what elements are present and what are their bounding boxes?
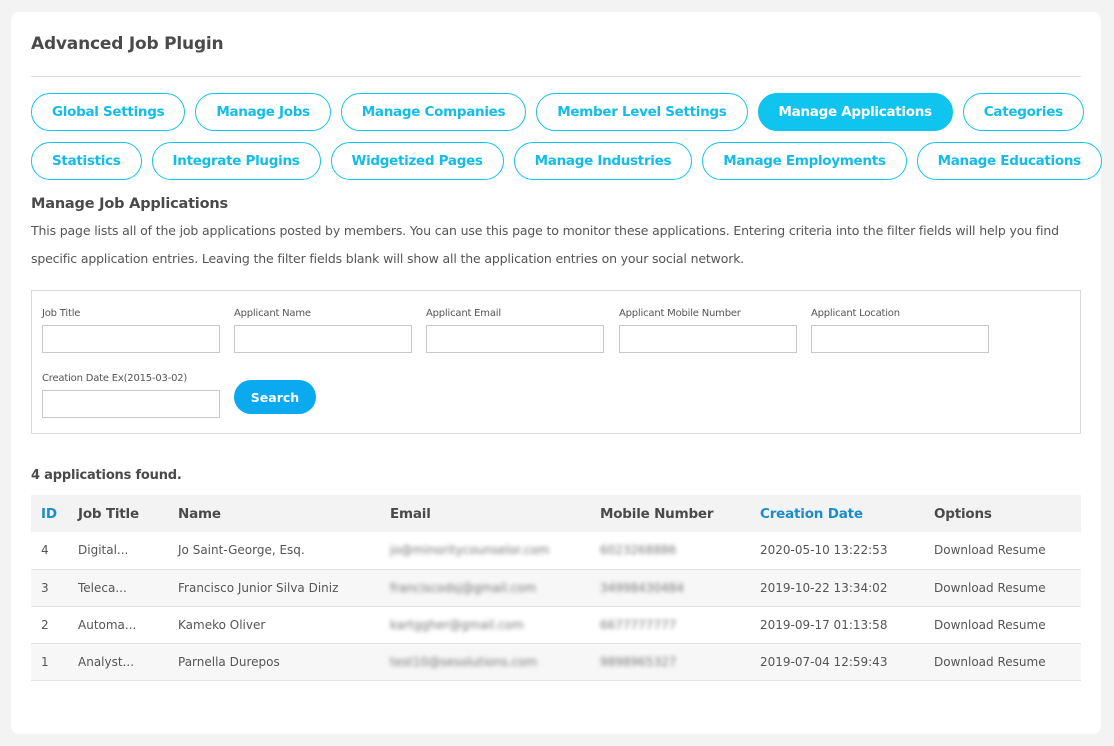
cell-creation-date: 2019-09-17 01:13:58 (750, 606, 924, 644)
cell-creation-date: 2019-10-22 13:34:02 (750, 569, 924, 607)
email-value: franciscodsj@gmail.com (390, 580, 537, 595)
download-resume-link[interactable]: Download Resume (924, 532, 1081, 570)
cell-mobile: 6677777777 (590, 606, 750, 644)
cell-id: 4 (31, 532, 68, 570)
nav-manage-employments[interactable]: Manage Employments (702, 142, 907, 180)
column-header-id[interactable]: ID (31, 495, 68, 532)
table-row: 1 Analyst... Parnella Durepos test10@ses… (31, 643, 1081, 681)
nav-widgetized-pages[interactable]: Widgetized Pages (330, 142, 504, 180)
section-title: Manage Job Applications (31, 196, 228, 212)
filter-applicant-mobile: Applicant Mobile Number (619, 307, 797, 353)
nav-manage-jobs[interactable]: Manage Jobs (195, 93, 331, 131)
table-row: 4 Digital... Jo Saint-George, Esq. jo@mi… (31, 532, 1081, 570)
cell-creation-date: 2019-07-04 12:59:43 (750, 643, 924, 681)
applicant-location-label: Applicant Location (811, 308, 900, 319)
job-title-label: Job Title (42, 308, 81, 319)
column-header-name: Name (178, 505, 221, 522)
applicant-location-input[interactable] (811, 325, 989, 353)
column-header-options: Options (934, 505, 992, 522)
applicant-email-input[interactable] (426, 325, 604, 353)
cell-name-link[interactable]: Kameko Oliver (168, 606, 380, 644)
cell-email: jo@minoritycounselor.com (380, 532, 590, 570)
mobile-value: 34998430484 (600, 580, 684, 595)
download-resume-link[interactable]: Download Resume (924, 643, 1081, 681)
cell-email: kartggher@gmail.com (380, 606, 590, 644)
filter-creation-date: Creation Date Ex(2015-03-02) (42, 372, 220, 418)
mobile-value: 9898965327 (600, 654, 677, 669)
cell-id: 2 (31, 606, 68, 644)
main-panel: Advanced Job Plugin Global Settings Mana… (11, 12, 1102, 734)
applicant-mobile-label: Applicant Mobile Number (619, 308, 741, 319)
cell-job-title-link[interactable]: Automa... (68, 606, 168, 644)
nav-manage-applications[interactable]: Manage Applications (757, 93, 953, 131)
column-header-job-title: Job Title (78, 505, 139, 522)
results-count: 4 applications found. (31, 468, 182, 483)
cell-mobile: 34998430484 (590, 569, 750, 607)
job-title-input[interactable] (42, 325, 220, 353)
nav-integrate-plugins[interactable]: Integrate Plugins (151, 142, 321, 180)
nav-member-level-settings[interactable]: Member Level Settings (536, 93, 748, 131)
nav-row-2: Statistics Integrate Plugins Widgetized … (31, 142, 1102, 180)
nav-statistics[interactable]: Statistics (31, 142, 142, 180)
email-value: test10@sesolutions.com (390, 654, 538, 669)
column-header-email: Email (390, 505, 431, 522)
nav-manage-companies[interactable]: Manage Companies (340, 93, 527, 131)
download-resume-link[interactable]: Download Resume (924, 569, 1081, 607)
cell-job-title-link[interactable]: Teleca... (68, 569, 168, 607)
mobile-value: 6677777777 (600, 617, 677, 632)
column-header-mobile: Mobile Number (600, 505, 714, 522)
mobile-value: 6023268886 (600, 543, 677, 558)
applications-table: ID Job Title Name Email Mobile Number Cr… (31, 495, 1081, 681)
cell-email: franciscodsj@gmail.com (380, 569, 590, 607)
nav-categories[interactable]: Categories (962, 93, 1084, 131)
cell-mobile: 9898965327 (590, 643, 750, 681)
cell-name-link[interactable]: Jo Saint-George, Esq. (168, 532, 380, 570)
filter-applicant-location: Applicant Location (811, 307, 989, 353)
search-button[interactable]: Search (234, 380, 316, 414)
email-value: jo@minoritycounselor.com (390, 543, 550, 558)
table-row: 3 Teleca... Francisco Junior Silva Diniz… (31, 569, 1081, 607)
filter-applicant-email: Applicant Email (426, 307, 604, 353)
section-description: This page lists all of the job applicati… (31, 223, 1059, 266)
filter-form: Job Title Applicant Name Applicant Email… (31, 290, 1081, 434)
nav-global-settings[interactable]: Global Settings (31, 93, 186, 131)
cell-id: 1 (31, 643, 68, 681)
creation-date-input[interactable] (42, 390, 220, 418)
table-row: 2 Automa... Kameko Oliver kartggher@gmai… (31, 606, 1081, 644)
filter-applicant-name: Applicant Name (234, 307, 412, 353)
applicant-name-label: Applicant Name (234, 308, 311, 319)
cell-id: 3 (31, 569, 68, 607)
cell-job-title-link[interactable]: Analyst... (68, 643, 168, 681)
applicant-email-label: Applicant Email (426, 308, 501, 319)
cell-email: test10@sesolutions.com (380, 643, 590, 681)
filter-job-title: Job Title (42, 307, 220, 353)
nav-manage-industries[interactable]: Manage Industries (513, 142, 693, 180)
table-header-row: ID Job Title Name Email Mobile Number Cr… (31, 495, 1081, 532)
title-divider (31, 76, 1081, 77)
nav-manage-educations[interactable]: Manage Educations (916, 142, 1102, 180)
column-header-creation-date[interactable]: Creation Date (750, 495, 924, 532)
page-title: Advanced Job Plugin (31, 34, 224, 54)
cell-mobile: 6023268886 (590, 532, 750, 570)
download-resume-link[interactable]: Download Resume (924, 606, 1081, 644)
cell-name-link[interactable]: Parnella Durepos (168, 643, 380, 681)
creation-date-label: Creation Date Ex(2015-03-02) (42, 373, 188, 384)
email-value: kartggher@gmail.com (390, 617, 524, 632)
applicant-name-input[interactable] (234, 325, 412, 353)
cell-creation-date: 2020-05-10 13:22:53 (750, 532, 924, 570)
cell-job-title-link[interactable]: Digital... (68, 532, 168, 570)
applicant-mobile-input[interactable] (619, 325, 797, 353)
cell-name-link[interactable]: Francisco Junior Silva Diniz (168, 569, 380, 607)
nav-row-1: Global Settings Manage Jobs Manage Compa… (31, 93, 1084, 131)
